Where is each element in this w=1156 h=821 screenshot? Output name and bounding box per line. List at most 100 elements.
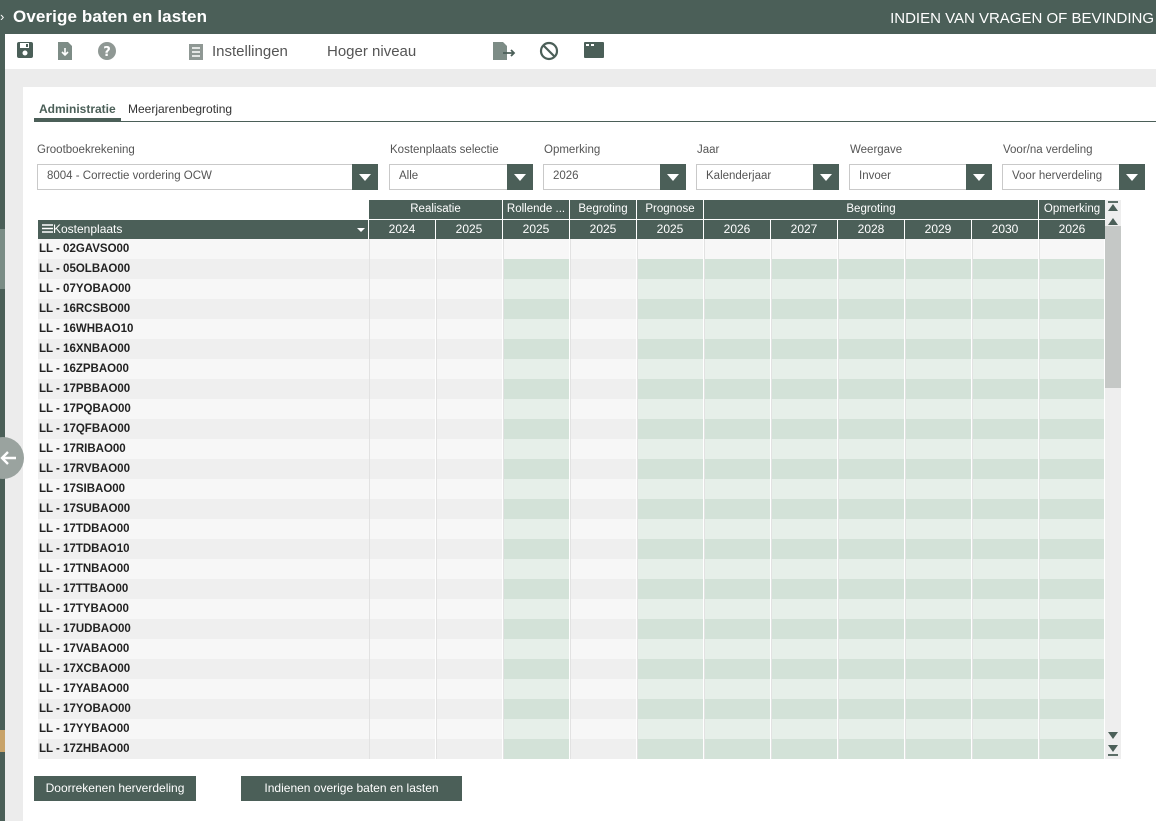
value-cell[interactable] [1039, 519, 1105, 539]
value-cell[interactable] [972, 259, 1039, 279]
value-cell[interactable] [1039, 339, 1105, 359]
value-cell[interactable] [905, 639, 972, 659]
value-cell[interactable] [972, 439, 1039, 459]
value-cell[interactable] [905, 379, 972, 399]
value-cell[interactable] [771, 459, 838, 479]
value-cell[interactable] [771, 299, 838, 319]
value-cell[interactable] [771, 599, 838, 619]
value-cell[interactable] [972, 619, 1039, 639]
value-cell[interactable] [503, 539, 570, 559]
value-cell[interactable] [704, 239, 771, 259]
value-cell[interactable] [503, 399, 570, 419]
value-cell[interactable] [1039, 299, 1105, 319]
kostenplaats-select[interactable]: Alle [389, 164, 533, 190]
value-cell[interactable] [637, 519, 704, 539]
value-cell[interactable] [704, 379, 771, 399]
value-cell[interactable] [838, 679, 905, 699]
value-cell[interactable] [503, 239, 570, 259]
value-cell[interactable] [771, 699, 838, 719]
export-icon[interactable] [492, 41, 516, 66]
settings-button[interactable]: Instellingen [212, 43, 288, 60]
value-cell[interactable] [704, 559, 771, 579]
value-cell[interactable] [905, 519, 972, 539]
scroll-bottom-icon[interactable] [1107, 744, 1119, 756]
value-cell[interactable] [905, 239, 972, 259]
value-cell[interactable] [771, 679, 838, 699]
value-cell[interactable] [972, 319, 1039, 339]
value-cell[interactable] [1039, 639, 1105, 659]
value-cell[interactable] [771, 719, 838, 739]
value-cell[interactable] [972, 519, 1039, 539]
value-cell[interactable] [1039, 539, 1105, 559]
value-cell[interactable] [503, 339, 570, 359]
value-cell[interactable] [972, 399, 1039, 419]
value-cell[interactable] [838, 379, 905, 399]
value-cell[interactable] [905, 619, 972, 639]
value-cell[interactable] [637, 579, 704, 599]
value-cell[interactable] [771, 559, 838, 579]
value-cell[interactable] [838, 319, 905, 339]
value-cell[interactable] [1039, 479, 1105, 499]
value-cell[interactable] [503, 459, 570, 479]
value-cell[interactable] [1039, 499, 1105, 519]
value-cell[interactable] [1039, 619, 1105, 639]
value-cell[interactable] [838, 539, 905, 559]
value-cell[interactable] [905, 479, 972, 499]
value-cell[interactable] [637, 499, 704, 519]
value-cell[interactable] [637, 259, 704, 279]
value-cell[interactable] [503, 359, 570, 379]
value-cell[interactable] [1039, 419, 1105, 439]
help-icon[interactable]: ? [97, 41, 117, 66]
kostenplaats-column-header[interactable]: Kostenplaats [38, 220, 368, 239]
value-cell[interactable] [972, 679, 1039, 699]
value-cell[interactable] [838, 439, 905, 459]
value-cell[interactable] [972, 659, 1039, 679]
value-cell[interactable] [637, 359, 704, 379]
value-cell[interactable] [838, 659, 905, 679]
value-cell[interactable] [771, 259, 838, 279]
value-cell[interactable] [972, 459, 1039, 479]
chevron-down-icon[interactable] [507, 164, 533, 190]
value-cell[interactable] [503, 659, 570, 679]
weergave-select[interactable]: Invoer [849, 164, 992, 190]
value-cell[interactable] [1039, 259, 1105, 279]
value-cell[interactable] [905, 579, 972, 599]
value-cell[interactable] [838, 579, 905, 599]
value-cell[interactable] [905, 279, 972, 299]
value-cell[interactable] [771, 739, 838, 759]
value-cell[interactable] [503, 479, 570, 499]
value-cell[interactable] [704, 479, 771, 499]
value-cell[interactable] [503, 379, 570, 399]
value-cell[interactable] [637, 699, 704, 719]
value-cell[interactable] [771, 319, 838, 339]
recalc-button[interactable]: Doorrekenen herverdeling [34, 776, 196, 801]
value-cell[interactable] [905, 679, 972, 699]
chevron-down-icon[interactable] [966, 164, 992, 190]
value-cell[interactable] [838, 499, 905, 519]
value-cell[interactable] [972, 579, 1039, 599]
value-cell[interactable] [1039, 579, 1105, 599]
value-cell[interactable] [637, 639, 704, 659]
value-cell[interactable] [972, 379, 1039, 399]
value-cell[interactable] [905, 419, 972, 439]
value-cell[interactable] [771, 419, 838, 439]
value-cell[interactable] [972, 599, 1039, 619]
value-cell[interactable] [704, 339, 771, 359]
value-cell[interactable] [1039, 399, 1105, 419]
scrollbar-thumb[interactable] [1105, 226, 1121, 388]
value-cell[interactable] [704, 599, 771, 619]
value-cell[interactable] [503, 599, 570, 619]
chevron-down-icon[interactable] [660, 164, 686, 190]
value-cell[interactable] [771, 479, 838, 499]
value-cell[interactable] [838, 299, 905, 319]
value-cell[interactable] [838, 459, 905, 479]
value-cell[interactable] [838, 359, 905, 379]
value-cell[interactable] [1039, 459, 1105, 479]
value-cell[interactable] [503, 419, 570, 439]
value-cell[interactable] [704, 499, 771, 519]
value-cell[interactable] [637, 679, 704, 699]
value-cell[interactable] [972, 699, 1039, 719]
value-cell[interactable] [1039, 319, 1105, 339]
value-cell[interactable] [503, 679, 570, 699]
value-cell[interactable] [704, 519, 771, 539]
